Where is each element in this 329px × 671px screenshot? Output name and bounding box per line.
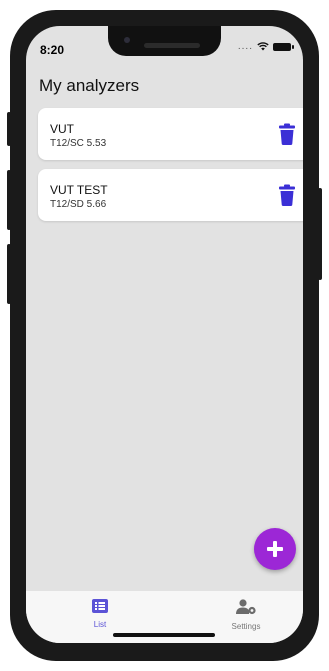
analyzer-card[interactable]: VUT T12/SC 5.53	[38, 108, 303, 160]
add-analyzer-button[interactable]	[254, 528, 296, 570]
wifi-icon	[257, 42, 269, 51]
page-title: My analyzers	[39, 76, 140, 95]
tab-settings[interactable]: Settings	[206, 599, 286, 631]
trash-icon[interactable]	[278, 184, 296, 206]
user-settings-icon	[236, 599, 256, 615]
analyzer-subtitle: T12/SD 5.66	[50, 199, 107, 210]
tab-list-label: List	[93, 620, 107, 629]
status-icons: ....	[237, 41, 294, 52]
tab-list[interactable]: List	[60, 599, 140, 629]
analyzer-card[interactable]: VUT TEST T12/SD 5.66	[38, 169, 303, 221]
speaker-grille	[144, 43, 200, 48]
battery-icon	[273, 42, 294, 51]
analyzer-subtitle: T12/SC 5.53	[50, 138, 107, 149]
bottom-tab-bar: List Settings	[26, 591, 303, 643]
plus-icon-vertical	[273, 541, 277, 557]
analyzer-name: VUT TEST	[50, 183, 108, 197]
signal-dots: ....	[237, 41, 253, 52]
tab-settings-label: Settings	[231, 622, 261, 631]
analyzer-name: VUT	[50, 122, 74, 136]
status-time: 8:20	[40, 43, 65, 57]
trash-icon[interactable]	[278, 123, 296, 145]
app-screen: 8:20 .... My analyzers VUT T12/SC 5.53 V…	[26, 26, 303, 643]
phone-device: 8:20 .... My analyzers VUT T12/SC 5.53 V…	[0, 0, 329, 671]
home-indicator	[113, 633, 215, 637]
camera-icon	[124, 37, 130, 43]
list-icon	[92, 599, 108, 613]
